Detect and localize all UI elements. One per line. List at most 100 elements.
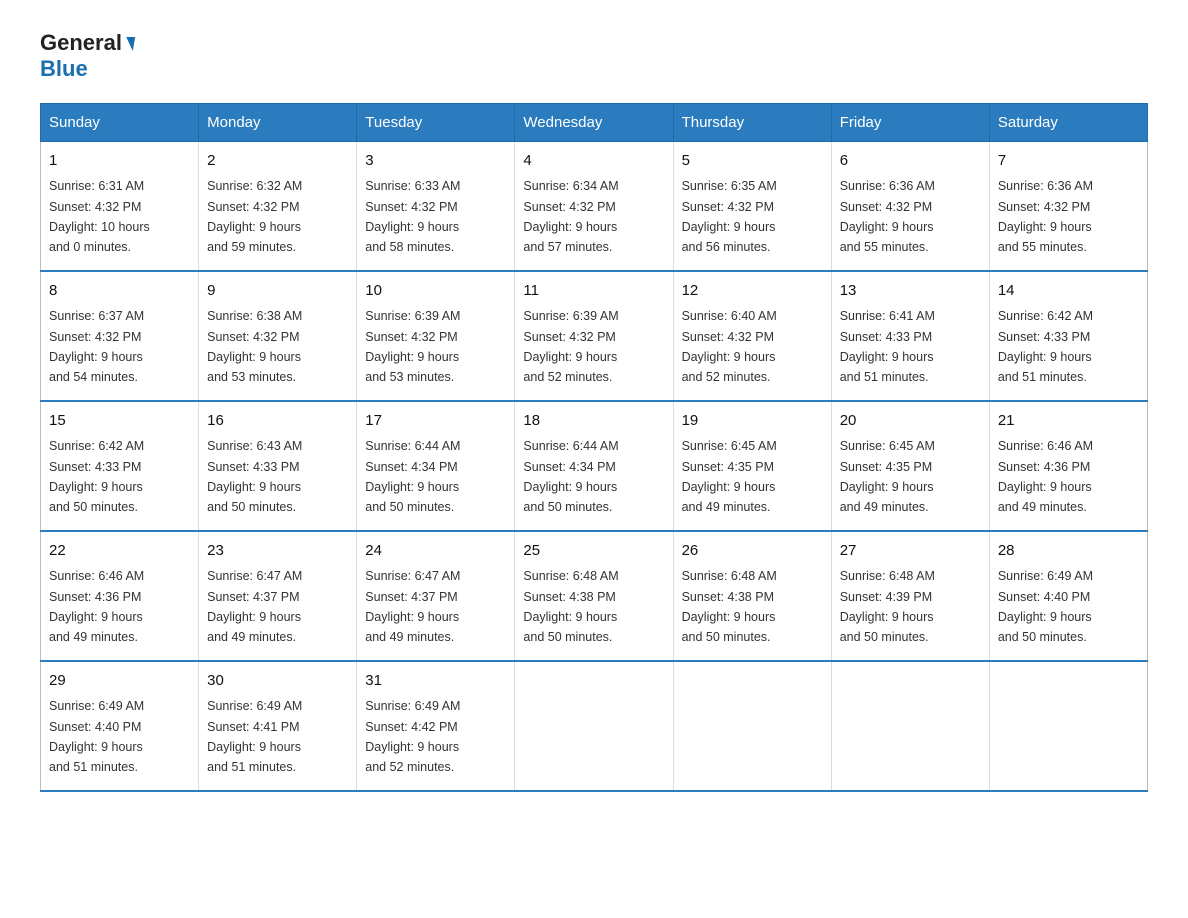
day-cell — [673, 661, 831, 791]
day-number: 7 — [998, 150, 1139, 173]
day-cell: 8 Sunrise: 6:37 AMSunset: 4:32 PMDayligh… — [41, 271, 199, 401]
logo-blue-text: Blue — [40, 56, 88, 82]
day-info: Sunrise: 6:46 AMSunset: 4:36 PMDaylight:… — [49, 569, 144, 644]
day-number: 27 — [840, 540, 981, 563]
day-number: 6 — [840, 150, 981, 173]
day-number: 18 — [523, 410, 664, 433]
day-number: 26 — [682, 540, 823, 563]
day-cell: 11 Sunrise: 6:39 AMSunset: 4:32 PMDaylig… — [515, 271, 673, 401]
day-number: 28 — [998, 540, 1139, 563]
day-cell: 2 Sunrise: 6:32 AMSunset: 4:32 PMDayligh… — [199, 141, 357, 271]
day-info: Sunrise: 6:49 AMSunset: 4:41 PMDaylight:… — [207, 699, 302, 774]
logo-arrow-icon — [124, 37, 135, 51]
day-cell: 1 Sunrise: 6:31 AMSunset: 4:32 PMDayligh… — [41, 141, 199, 271]
day-number: 15 — [49, 410, 190, 433]
day-cell: 20 Sunrise: 6:45 AMSunset: 4:35 PMDaylig… — [831, 401, 989, 531]
day-number: 16 — [207, 410, 348, 433]
day-cell: 24 Sunrise: 6:47 AMSunset: 4:37 PMDaylig… — [357, 531, 515, 661]
day-number: 23 — [207, 540, 348, 563]
week-row-2: 8 Sunrise: 6:37 AMSunset: 4:32 PMDayligh… — [41, 271, 1148, 401]
day-info: Sunrise: 6:49 AMSunset: 4:40 PMDaylight:… — [49, 699, 144, 774]
day-number: 11 — [523, 280, 664, 303]
day-cell — [515, 661, 673, 791]
day-info: Sunrise: 6:43 AMSunset: 4:33 PMDaylight:… — [207, 439, 302, 514]
day-cell: 17 Sunrise: 6:44 AMSunset: 4:34 PMDaylig… — [357, 401, 515, 531]
day-cell: 28 Sunrise: 6:49 AMSunset: 4:40 PMDaylig… — [989, 531, 1147, 661]
day-number: 22 — [49, 540, 190, 563]
day-info: Sunrise: 6:40 AMSunset: 4:32 PMDaylight:… — [682, 309, 777, 384]
day-cell: 25 Sunrise: 6:48 AMSunset: 4:38 PMDaylig… — [515, 531, 673, 661]
week-row-5: 29 Sunrise: 6:49 AMSunset: 4:40 PMDaylig… — [41, 661, 1148, 791]
day-info: Sunrise: 6:39 AMSunset: 4:32 PMDaylight:… — [365, 309, 460, 384]
day-info: Sunrise: 6:48 AMSunset: 4:38 PMDaylight:… — [523, 569, 618, 644]
day-cell: 13 Sunrise: 6:41 AMSunset: 4:33 PMDaylig… — [831, 271, 989, 401]
day-info: Sunrise: 6:42 AMSunset: 4:33 PMDaylight:… — [998, 309, 1093, 384]
day-info: Sunrise: 6:45 AMSunset: 4:35 PMDaylight:… — [682, 439, 777, 514]
day-cell: 23 Sunrise: 6:47 AMSunset: 4:37 PMDaylig… — [199, 531, 357, 661]
day-number: 25 — [523, 540, 664, 563]
day-cell: 29 Sunrise: 6:49 AMSunset: 4:40 PMDaylig… — [41, 661, 199, 791]
day-number: 5 — [682, 150, 823, 173]
day-number: 20 — [840, 410, 981, 433]
day-number: 30 — [207, 670, 348, 693]
day-number: 9 — [207, 280, 348, 303]
day-cell: 14 Sunrise: 6:42 AMSunset: 4:33 PMDaylig… — [989, 271, 1147, 401]
calendar-table: SundayMondayTuesdayWednesdayThursdayFrid… — [40, 103, 1148, 792]
day-cell: 16 Sunrise: 6:43 AMSunset: 4:33 PMDaylig… — [199, 401, 357, 531]
day-info: Sunrise: 6:47 AMSunset: 4:37 PMDaylight:… — [365, 569, 460, 644]
day-info: Sunrise: 6:41 AMSunset: 4:33 PMDaylight:… — [840, 309, 935, 384]
day-info: Sunrise: 6:36 AMSunset: 4:32 PMDaylight:… — [840, 179, 935, 254]
day-info: Sunrise: 6:47 AMSunset: 4:37 PMDaylight:… — [207, 569, 302, 644]
day-info: Sunrise: 6:32 AMSunset: 4:32 PMDaylight:… — [207, 179, 302, 254]
header-wednesday: Wednesday — [515, 103, 673, 141]
calendar-header: SundayMondayTuesdayWednesdayThursdayFrid… — [41, 103, 1148, 141]
day-number: 17 — [365, 410, 506, 433]
day-cell: 27 Sunrise: 6:48 AMSunset: 4:39 PMDaylig… — [831, 531, 989, 661]
header-thursday: Thursday — [673, 103, 831, 141]
day-cell: 19 Sunrise: 6:45 AMSunset: 4:35 PMDaylig… — [673, 401, 831, 531]
day-cell — [989, 661, 1147, 791]
day-number: 2 — [207, 150, 348, 173]
day-number: 19 — [682, 410, 823, 433]
day-cell: 22 Sunrise: 6:46 AMSunset: 4:36 PMDaylig… — [41, 531, 199, 661]
day-info: Sunrise: 6:49 AMSunset: 4:40 PMDaylight:… — [998, 569, 1093, 644]
day-cell: 6 Sunrise: 6:36 AMSunset: 4:32 PMDayligh… — [831, 141, 989, 271]
day-cell: 5 Sunrise: 6:35 AMSunset: 4:32 PMDayligh… — [673, 141, 831, 271]
day-number: 13 — [840, 280, 981, 303]
day-info: Sunrise: 6:33 AMSunset: 4:32 PMDaylight:… — [365, 179, 460, 254]
day-number: 24 — [365, 540, 506, 563]
day-info: Sunrise: 6:31 AMSunset: 4:32 PMDaylight:… — [49, 179, 150, 254]
day-info: Sunrise: 6:35 AMSunset: 4:32 PMDaylight:… — [682, 179, 777, 254]
day-cell: 7 Sunrise: 6:36 AMSunset: 4:32 PMDayligh… — [989, 141, 1147, 271]
day-info: Sunrise: 6:44 AMSunset: 4:34 PMDaylight:… — [365, 439, 460, 514]
day-number: 3 — [365, 150, 506, 173]
week-row-1: 1 Sunrise: 6:31 AMSunset: 4:32 PMDayligh… — [41, 141, 1148, 271]
day-info: Sunrise: 6:37 AMSunset: 4:32 PMDaylight:… — [49, 309, 144, 384]
day-cell: 10 Sunrise: 6:39 AMSunset: 4:32 PMDaylig… — [357, 271, 515, 401]
logo: General Blue — [40, 30, 134, 83]
day-number: 1 — [49, 150, 190, 173]
day-cell: 3 Sunrise: 6:33 AMSunset: 4:32 PMDayligh… — [357, 141, 515, 271]
day-cell: 26 Sunrise: 6:48 AMSunset: 4:38 PMDaylig… — [673, 531, 831, 661]
day-info: Sunrise: 6:48 AMSunset: 4:38 PMDaylight:… — [682, 569, 777, 644]
day-number: 4 — [523, 150, 664, 173]
calendar-body: 1 Sunrise: 6:31 AMSunset: 4:32 PMDayligh… — [41, 141, 1148, 791]
header-monday: Monday — [199, 103, 357, 141]
header-saturday: Saturday — [989, 103, 1147, 141]
day-cell: 15 Sunrise: 6:42 AMSunset: 4:33 PMDaylig… — [41, 401, 199, 531]
page-header: General Blue — [40, 30, 1148, 83]
day-number: 14 — [998, 280, 1139, 303]
day-cell: 21 Sunrise: 6:46 AMSunset: 4:36 PMDaylig… — [989, 401, 1147, 531]
day-info: Sunrise: 6:36 AMSunset: 4:32 PMDaylight:… — [998, 179, 1093, 254]
header-sunday: Sunday — [41, 103, 199, 141]
day-info: Sunrise: 6:39 AMSunset: 4:32 PMDaylight:… — [523, 309, 618, 384]
day-number: 8 — [49, 280, 190, 303]
header-row: SundayMondayTuesdayWednesdayThursdayFrid… — [41, 103, 1148, 141]
day-number: 21 — [998, 410, 1139, 433]
day-number: 31 — [365, 670, 506, 693]
header-tuesday: Tuesday — [357, 103, 515, 141]
week-row-3: 15 Sunrise: 6:42 AMSunset: 4:33 PMDaylig… — [41, 401, 1148, 531]
day-info: Sunrise: 6:45 AMSunset: 4:35 PMDaylight:… — [840, 439, 935, 514]
day-info: Sunrise: 6:49 AMSunset: 4:42 PMDaylight:… — [365, 699, 460, 774]
day-info: Sunrise: 6:34 AMSunset: 4:32 PMDaylight:… — [523, 179, 618, 254]
